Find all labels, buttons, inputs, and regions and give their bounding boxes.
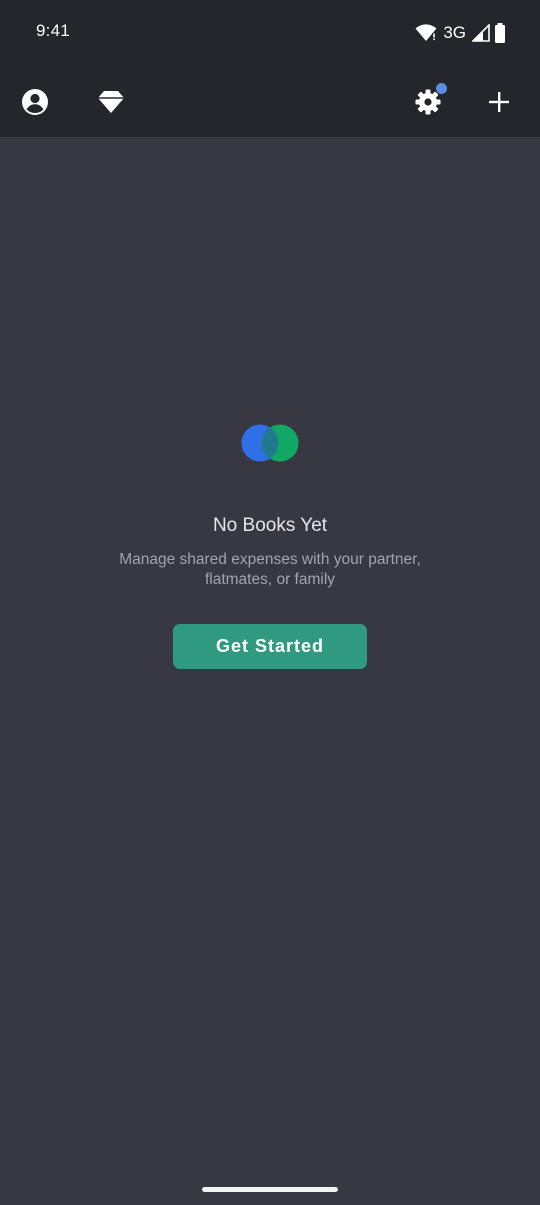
status-icons: 3G [415,22,506,44]
status-time: 9:41 [36,21,70,40]
empty-state: No Books Yet Manage shared expenses with… [0,424,540,669]
home-indicator[interactable] [202,1187,338,1192]
app-logo-icon [0,424,540,462]
account-icon [21,88,49,116]
empty-state-subtitle: Manage shared expenses with your partner… [119,551,421,588]
plus-icon [488,91,510,113]
signal-icon [472,24,490,42]
empty-state-title: No Books Yet [212,515,328,536]
network-label: 3G [443,23,466,42]
app-bar [0,66,540,137]
get-started-button[interactable]: Get Started [173,624,367,669]
wifi-icon [415,24,437,42]
status-bar: 9:41 3G [0,0,540,66]
gear-icon [415,89,441,115]
notification-dot [436,83,447,94]
premium-button[interactable] [91,82,131,122]
diamond-icon [98,91,124,113]
add-book-button[interactable] [479,82,519,122]
account-button[interactable] [15,82,55,122]
settings-button[interactable] [408,82,448,122]
battery-icon [494,23,506,43]
